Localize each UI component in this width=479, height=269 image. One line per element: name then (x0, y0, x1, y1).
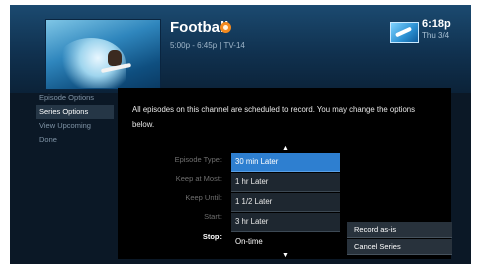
record-as-is-button[interactable]: Record as-is (347, 222, 452, 238)
sidebar-item-series-options[interactable]: Series Options (36, 105, 114, 119)
live-indicator-icon (220, 22, 231, 33)
field-label-start: Start: (204, 212, 222, 221)
program-time-rating: 5:00p - 6:45p | TV-14 (170, 41, 245, 50)
scroll-down-icon[interactable]: ▼ (231, 252, 340, 260)
sidebar-item-episode-options[interactable]: Episode Options (36, 91, 114, 105)
sidebar-menu: Episode Options Series Options View Upco… (36, 91, 114, 147)
field-label-keep-until: Keep Until: (185, 193, 222, 202)
series-description: All episodes on this channel are schedul… (132, 105, 416, 129)
dropdown-option[interactable]: 1 1/2 Later (231, 193, 340, 212)
dropdown-option[interactable]: 30 min Later (231, 153, 340, 172)
field-label-keep-at-most: Keep at Most: (175, 174, 222, 183)
dropdown-option[interactable]: 1 hr Later (231, 173, 340, 192)
cancel-series-button[interactable]: Cancel Series (347, 239, 452, 255)
sidebar-item-view-upcoming[interactable]: View Upcoming (36, 119, 114, 133)
clock-time: 6:18p (422, 18, 451, 30)
field-label-episode-type: Episode Type: (174, 155, 222, 164)
provider-logo-icon (390, 22, 419, 43)
surfer-graphic (108, 50, 122, 66)
dropdown-option[interactable]: 3 hr Later (231, 213, 340, 232)
clock-date: Thu 3/4 (422, 31, 450, 40)
field-label-stop: Stop: (202, 232, 222, 241)
scroll-up-icon[interactable]: ▲ (231, 145, 340, 153)
action-menu: Record as-is Cancel Series (347, 222, 452, 256)
program-thumbnail (46, 20, 160, 89)
stop-time-dropdown[interactable]: ▲ 30 min Later 1 hr Later 1 1/2 Later 3 … (231, 145, 340, 260)
sidebar-item-done[interactable]: Done (36, 133, 114, 147)
dropdown-option[interactable]: On-time (231, 233, 340, 251)
